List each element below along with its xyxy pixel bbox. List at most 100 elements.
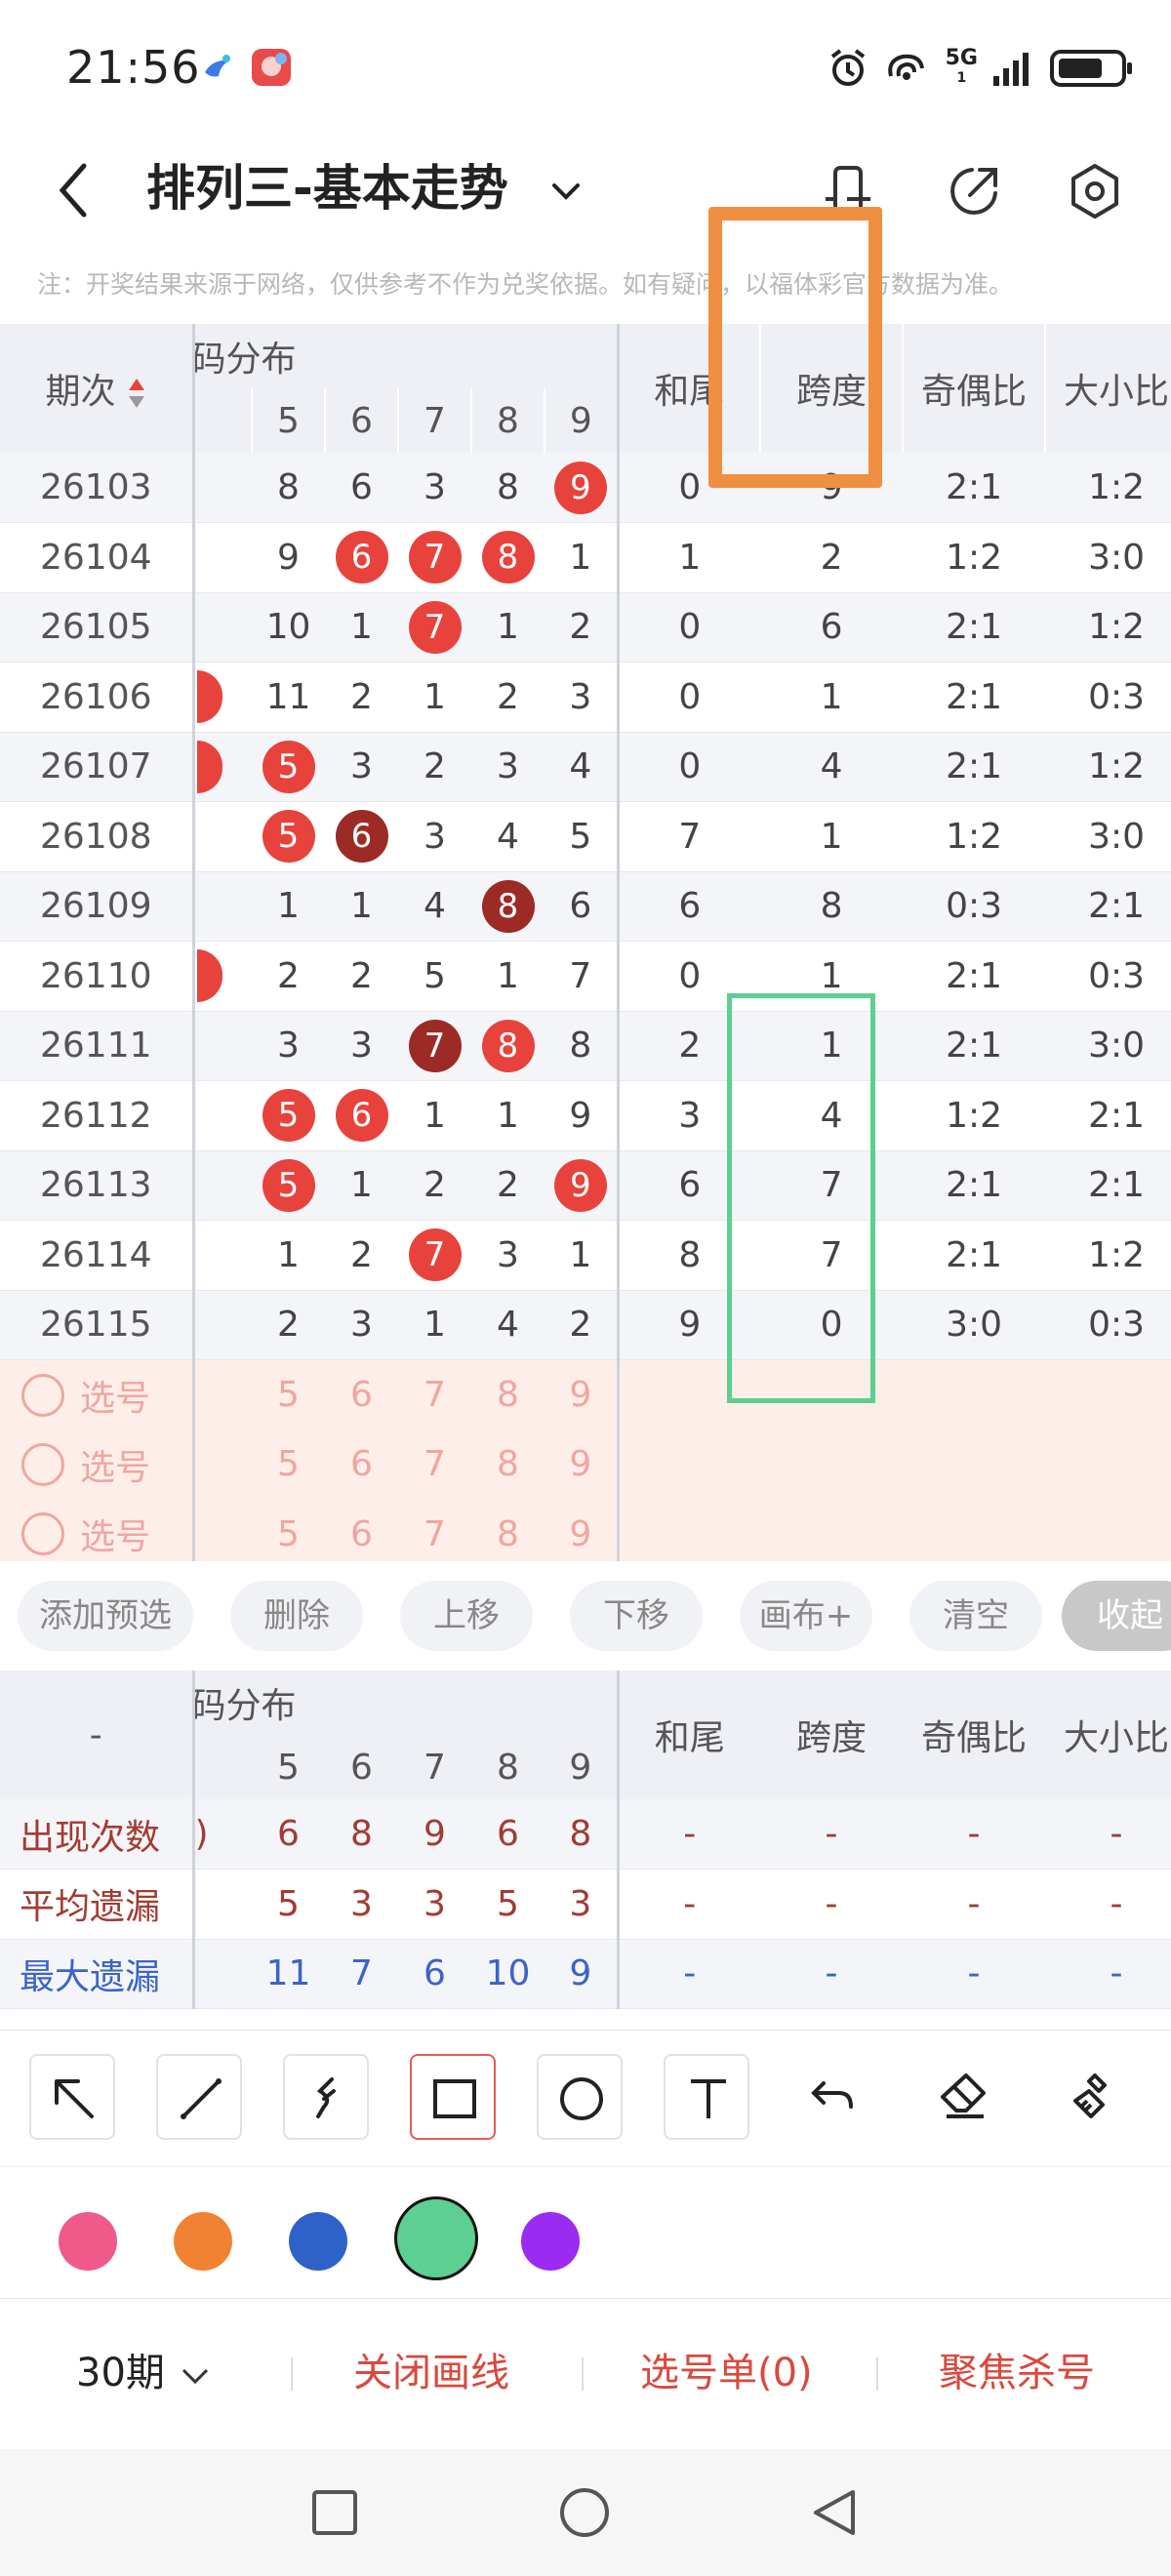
pick-digit[interactable]: 7 (398, 1429, 471, 1500)
back-nav-icon[interactable] (810, 2486, 859, 2539)
stats-value: 6 (252, 1799, 325, 1870)
focus-kill-button[interactable]: 聚焦杀号 (939, 2344, 1095, 2402)
network-label: 5G 1 (945, 46, 978, 87)
pick-digit[interactable]: 9 (545, 1499, 619, 1569)
drawn-rectangle-green[interactable] (727, 993, 875, 1403)
recents-icon[interactable] (310, 2488, 359, 2537)
radio-circle-icon[interactable] (21, 1373, 64, 1417)
stats-label: 平均遗漏 (0, 1869, 195, 1940)
color-swatch-green-selected[interactable] (394, 2196, 478, 2280)
color-swatch-purple[interactable] (521, 2212, 580, 2271)
pick-digit[interactable]: 8 (471, 1499, 545, 1569)
sort-icon[interactable] (127, 377, 146, 410)
dist-cell: 6 (325, 1080, 398, 1151)
dist-cell: 5 (545, 801, 619, 872)
jiou-cell: 0:3 (903, 871, 1046, 942)
pick-rest-cell (616, 1359, 1171, 1429)
pick-digit[interactable]: 8 (471, 1429, 545, 1500)
text-tool[interactable] (664, 2054, 749, 2140)
pick-digit[interactable]: 6 (325, 1429, 398, 1500)
signal-icon (993, 53, 1029, 86)
col-period-header[interactable]: 期次 (0, 324, 195, 453)
dist-cell: 4 (545, 732, 619, 802)
dist-cell: 9 (545, 453, 619, 523)
home-icon[interactable] (558, 2486, 611, 2539)
share-icon[interactable] (943, 160, 1005, 222)
curve-tool[interactable] (283, 2054, 369, 2140)
chevron-down-icon[interactable] (546, 172, 586, 211)
pick-digit[interactable]: 8 (471, 1359, 545, 1429)
daxiao-cell: 1:2 (1045, 453, 1171, 523)
radio-circle-icon[interactable] (21, 1442, 64, 1486)
pick-select-cell[interactable]: 选号 (0, 1429, 195, 1500)
digit-header: 9 (545, 1735, 619, 1799)
app-notification-icon (205, 55, 230, 77)
ellipse-tool[interactable] (537, 2054, 623, 2140)
settings-icon[interactable] (1064, 160, 1126, 222)
pick-row[interactable]: 选号 5 6 7 8 9 (0, 1359, 1171, 1429)
arrow-tool[interactable] (29, 2054, 115, 2140)
pick-digit[interactable]: 6 (325, 1499, 398, 1569)
pick-row[interactable]: 选号 5 6 7 8 9 (0, 1499, 1171, 1569)
period-select[interactable]: 30期 (76, 2344, 213, 2402)
table-row: 26104 9 6 7 8 1 1 2 1:2 3:0 (0, 522, 1171, 593)
jiou-cell: 1:2 (903, 522, 1046, 593)
page-title[interactable]: 排列三-基本走势 (146, 154, 508, 222)
line-icon (181, 2078, 222, 2119)
move-up-button[interactable]: 上移 (400, 1581, 533, 1651)
dist-cell: 8 (471, 453, 545, 523)
jiou-cell: 1:2 (903, 801, 1046, 872)
rectangle-tool[interactable] (410, 2054, 496, 2140)
pick-digit[interactable]: 6 (325, 1359, 398, 1429)
clear-brush-tool[interactable] (1052, 2054, 1138, 2140)
dist-cell: 8 (471, 522, 545, 593)
pick-digit[interactable]: 7 (398, 1359, 471, 1429)
pick-digit[interactable]: 5 (252, 1499, 325, 1569)
clear-button[interactable]: 清空 (909, 1581, 1042, 1651)
table-row: 26105 10 1 7 1 2 0 6 2:1 1:2 (0, 592, 1171, 663)
color-swatch-orange[interactable] (174, 2212, 232, 2271)
color-swatch-pink[interactable] (59, 2212, 117, 2271)
close-drawing-button[interactable]: 关闭画线 (353, 2344, 509, 2402)
color-swatch-blue[interactable] (289, 2212, 347, 2271)
jiou-cell: 2:1 (903, 592, 1046, 663)
drawn-rectangle-orange[interactable] (708, 207, 882, 488)
dist-cell: 3 (398, 801, 471, 872)
pick-digit[interactable]: 7 (398, 1499, 471, 1569)
pick-row[interactable]: 选号 5 6 7 8 9 (0, 1429, 1171, 1500)
undo-tool[interactable] (790, 2054, 876, 2140)
collapse-button[interactable]: 收起 (1062, 1581, 1171, 1651)
pick-digit[interactable]: 5 (252, 1359, 325, 1429)
back-icon[interactable] (45, 156, 103, 224)
delete-button[interactable]: 删除 (230, 1581, 363, 1651)
pick-digit[interactable]: 9 (545, 1429, 619, 1500)
table-row: 26110 2 2 5 1 7 0 1 2:1 0:3 (0, 941, 1171, 1012)
canvas-plus-button[interactable]: 画布+ (740, 1581, 872, 1651)
eraser-tool[interactable] (921, 2054, 1007, 2140)
radio-circle-icon[interactable] (21, 1512, 64, 1556)
dist-lead-cell (191, 871, 252, 942)
status-right-icons: 5G 1 (827, 43, 1134, 94)
add-preselect-button[interactable]: 添加预选 (18, 1581, 193, 1651)
text-icon (691, 2079, 726, 2118)
dist-cell: 2 (325, 1220, 398, 1291)
ellipse-icon (560, 2077, 603, 2120)
line-tool[interactable] (156, 2054, 242, 2140)
stats-dist-header: 号码分布 (193, 1670, 619, 1735)
eraser-icon (941, 2073, 986, 2118)
pick-digit[interactable]: 9 (545, 1359, 619, 1429)
daxiao-cell: 2:1 (1045, 1080, 1171, 1151)
dist-cell: 5 (252, 801, 325, 872)
pick-digit[interactable]: 5 (252, 1429, 325, 1500)
pick-list-button[interactable]: 选号单(0) (640, 2344, 813, 2402)
pick-select-cell[interactable]: 选号 (0, 1359, 195, 1429)
pick-select-cell[interactable]: 选号 (0, 1499, 195, 1569)
dist-cell: 1 (471, 941, 545, 1012)
kuadu-cell: 4 (760, 732, 904, 802)
dist-cell: 2 (545, 1290, 619, 1360)
dist-cell: 3 (325, 1011, 398, 1081)
stats-label: 最大遗漏 (0, 1939, 195, 2009)
system-nav-bar (0, 2449, 1171, 2576)
move-down-button[interactable]: 下移 (570, 1581, 703, 1651)
digit-header: 9 (545, 388, 620, 453)
